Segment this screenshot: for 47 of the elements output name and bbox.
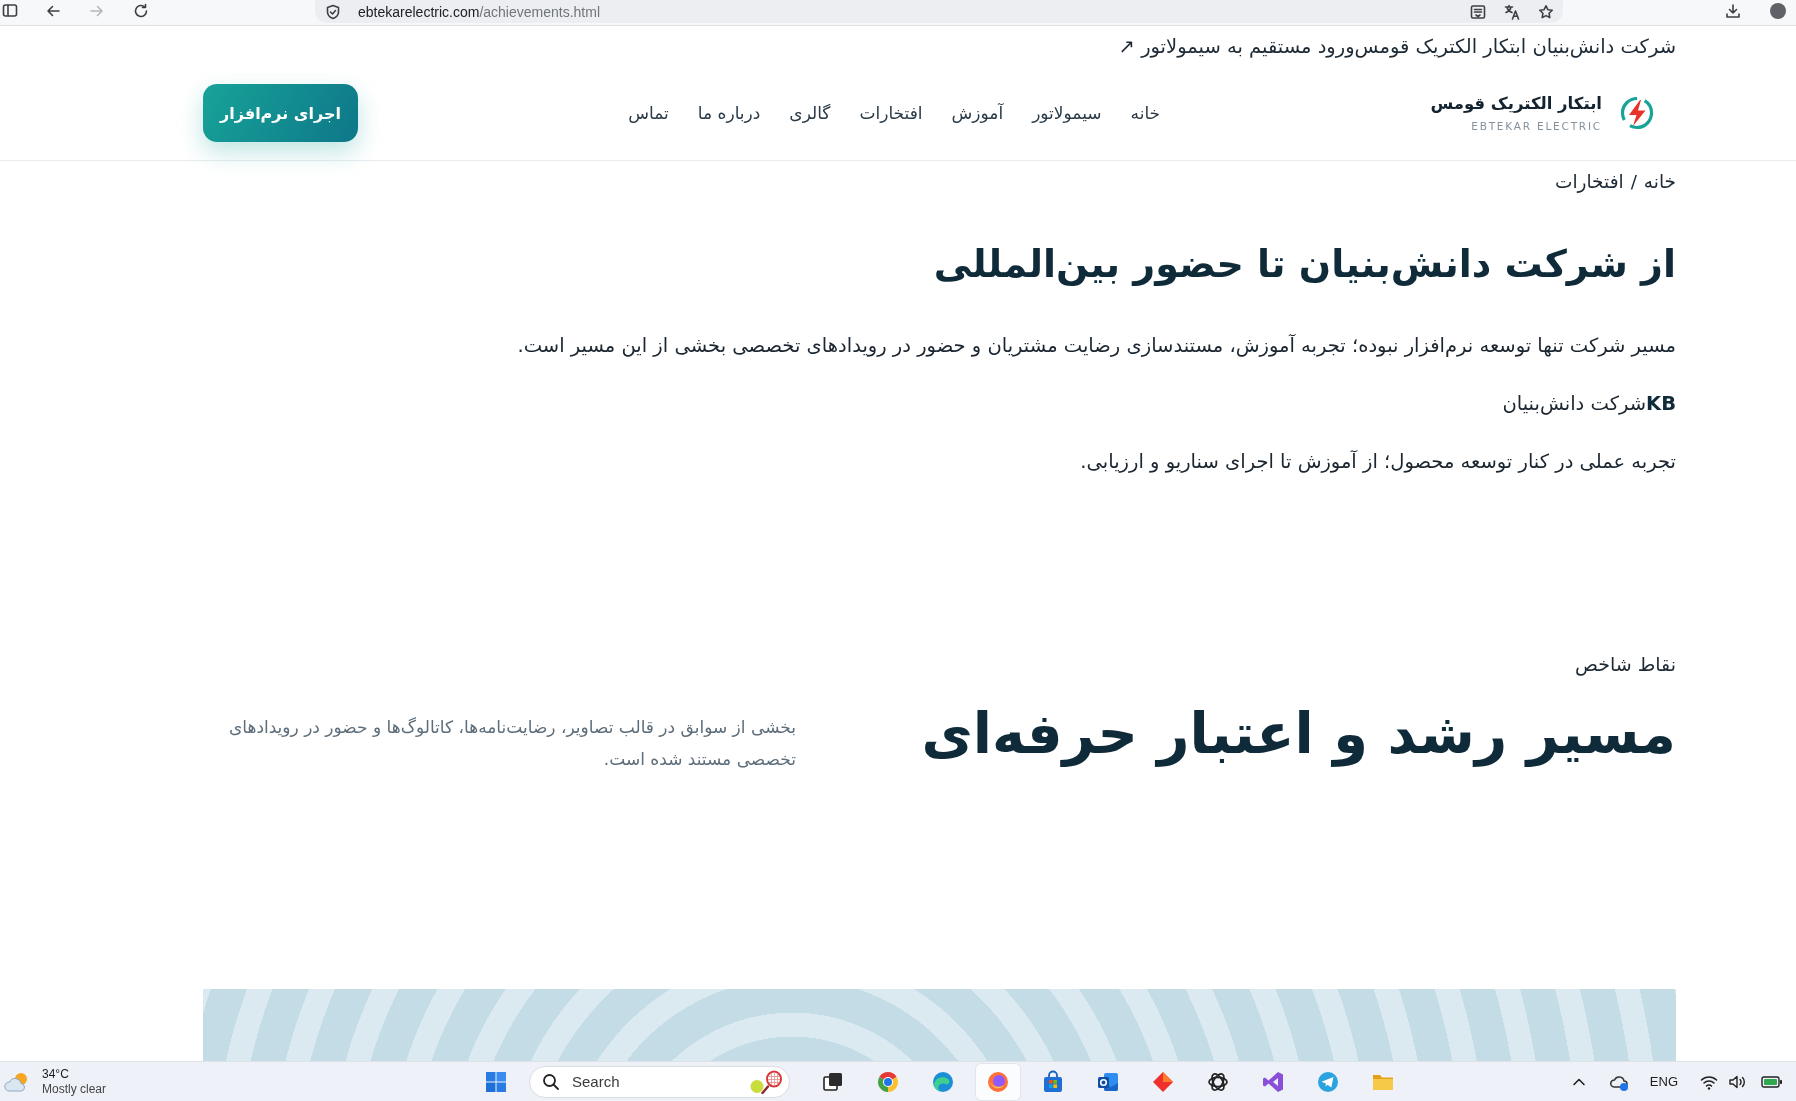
language-indicator[interactable]: ENG <box>1649 1074 1678 1089</box>
download-icon[interactable] <box>1725 3 1741 19</box>
url-text: ebtekarelectric.com/achievements.html <box>358 3 600 20</box>
address-bar[interactable]: ebtekarelectric.com/achievements.html <box>315 0 1563 23</box>
nav-link[interactable]: خانه <box>1130 102 1161 124</box>
intro-paragraph: تجربه عملی در کنار توسعه محصول؛ از آموزش تا اجرای سناریو و ارزیابی. <box>1079 449 1676 475</box>
nav-link[interactable]: سیمولاتور <box>1032 102 1102 124</box>
temperature-text: 34°C <box>42 1066 70 1082</box>
ribbon-icon <box>1261 1069 1285 1094</box>
nav-link[interactable]: تماس <box>628 102 669 124</box>
breadcrumb-separator: / <box>1630 170 1637 194</box>
nav-link[interactable]: آموزش <box>951 102 1004 124</box>
nav-link[interactable]: افتخارات <box>859 102 923 124</box>
reload-icon[interactable] <box>132 2 150 20</box>
intro-paragraph: مسیر شرکت تنها توسعه نرم‌افزار نبوده؛ تجربه آموزش، مستندسازی رضایت مشتریان و حضور در رویدادهای تخصصی بخشی از این مسیر است. <box>516 333 1676 359</box>
orb-icon <box>986 1069 1010 1094</box>
nav-link[interactable]: گالری <box>789 102 831 124</box>
swirl-icon <box>931 1069 955 1094</box>
section-description: بخشی از سوابق در قالب تصاویر، رضایت‌نامه‌ها، کاتالوگ‌ها و حضور در رویدادهای تخصصی مستند شده است. <box>227 716 796 771</box>
search-icon <box>542 1072 560 1091</box>
section-title: مسیر رشد و اعتبار حرفه‌ای <box>921 700 1676 769</box>
lightning-logo-icon[interactable] <box>1620 96 1654 130</box>
company-tagline: شرکت دانش‌بنیان ابتکار الکتریک قومس <box>1354 35 1676 60</box>
simulator-link[interactable]: ورود مستقیم به سیمولاتور ↗ <box>1118 35 1355 66</box>
breadcrumb-link[interactable]: خانه <box>1643 170 1676 194</box>
weather-condition: Mostly clear <box>42 1081 106 1097</box>
translate-icon[interactable] <box>1504 3 1520 20</box>
avatar-icon[interactable] <box>1770 3 1786 19</box>
reader-mode-icon[interactable] <box>1470 3 1486 20</box>
start-icon[interactable] <box>484 1069 508 1094</box>
shopping-bag-icon <box>1041 1069 1065 1094</box>
racket-ball-icon <box>749 1069 783 1094</box>
diamond-icon <box>1151 1069 1175 1094</box>
paper-plane-icon <box>1316 1069 1340 1094</box>
run-software-button[interactable]: اجرای نرم‌افزار <box>203 84 358 142</box>
star-icon[interactable] <box>1538 3 1554 20</box>
brand-tagline: EBTEKAR ELECTRIC <box>1471 119 1602 133</box>
shield-icon <box>325 3 341 20</box>
nav-link[interactable]: درباره ما <box>697 102 761 124</box>
battery-icon[interactable] <box>1761 1073 1783 1090</box>
segmented-circle-icon <box>876 1069 900 1094</box>
brand-name: ابتکار الکتریک قومس <box>1430 93 1602 115</box>
page-title: از شرکت دانش‌بنیان تا حضور بین‌المللی <box>932 241 1676 288</box>
section-label: نقاط شاخص <box>1573 652 1676 676</box>
breadcrumb-current: افتخارات <box>1555 170 1624 194</box>
search-field[interactable]: Search <box>529 1065 790 1098</box>
sidebar-icon[interactable] <box>2 3 18 19</box>
